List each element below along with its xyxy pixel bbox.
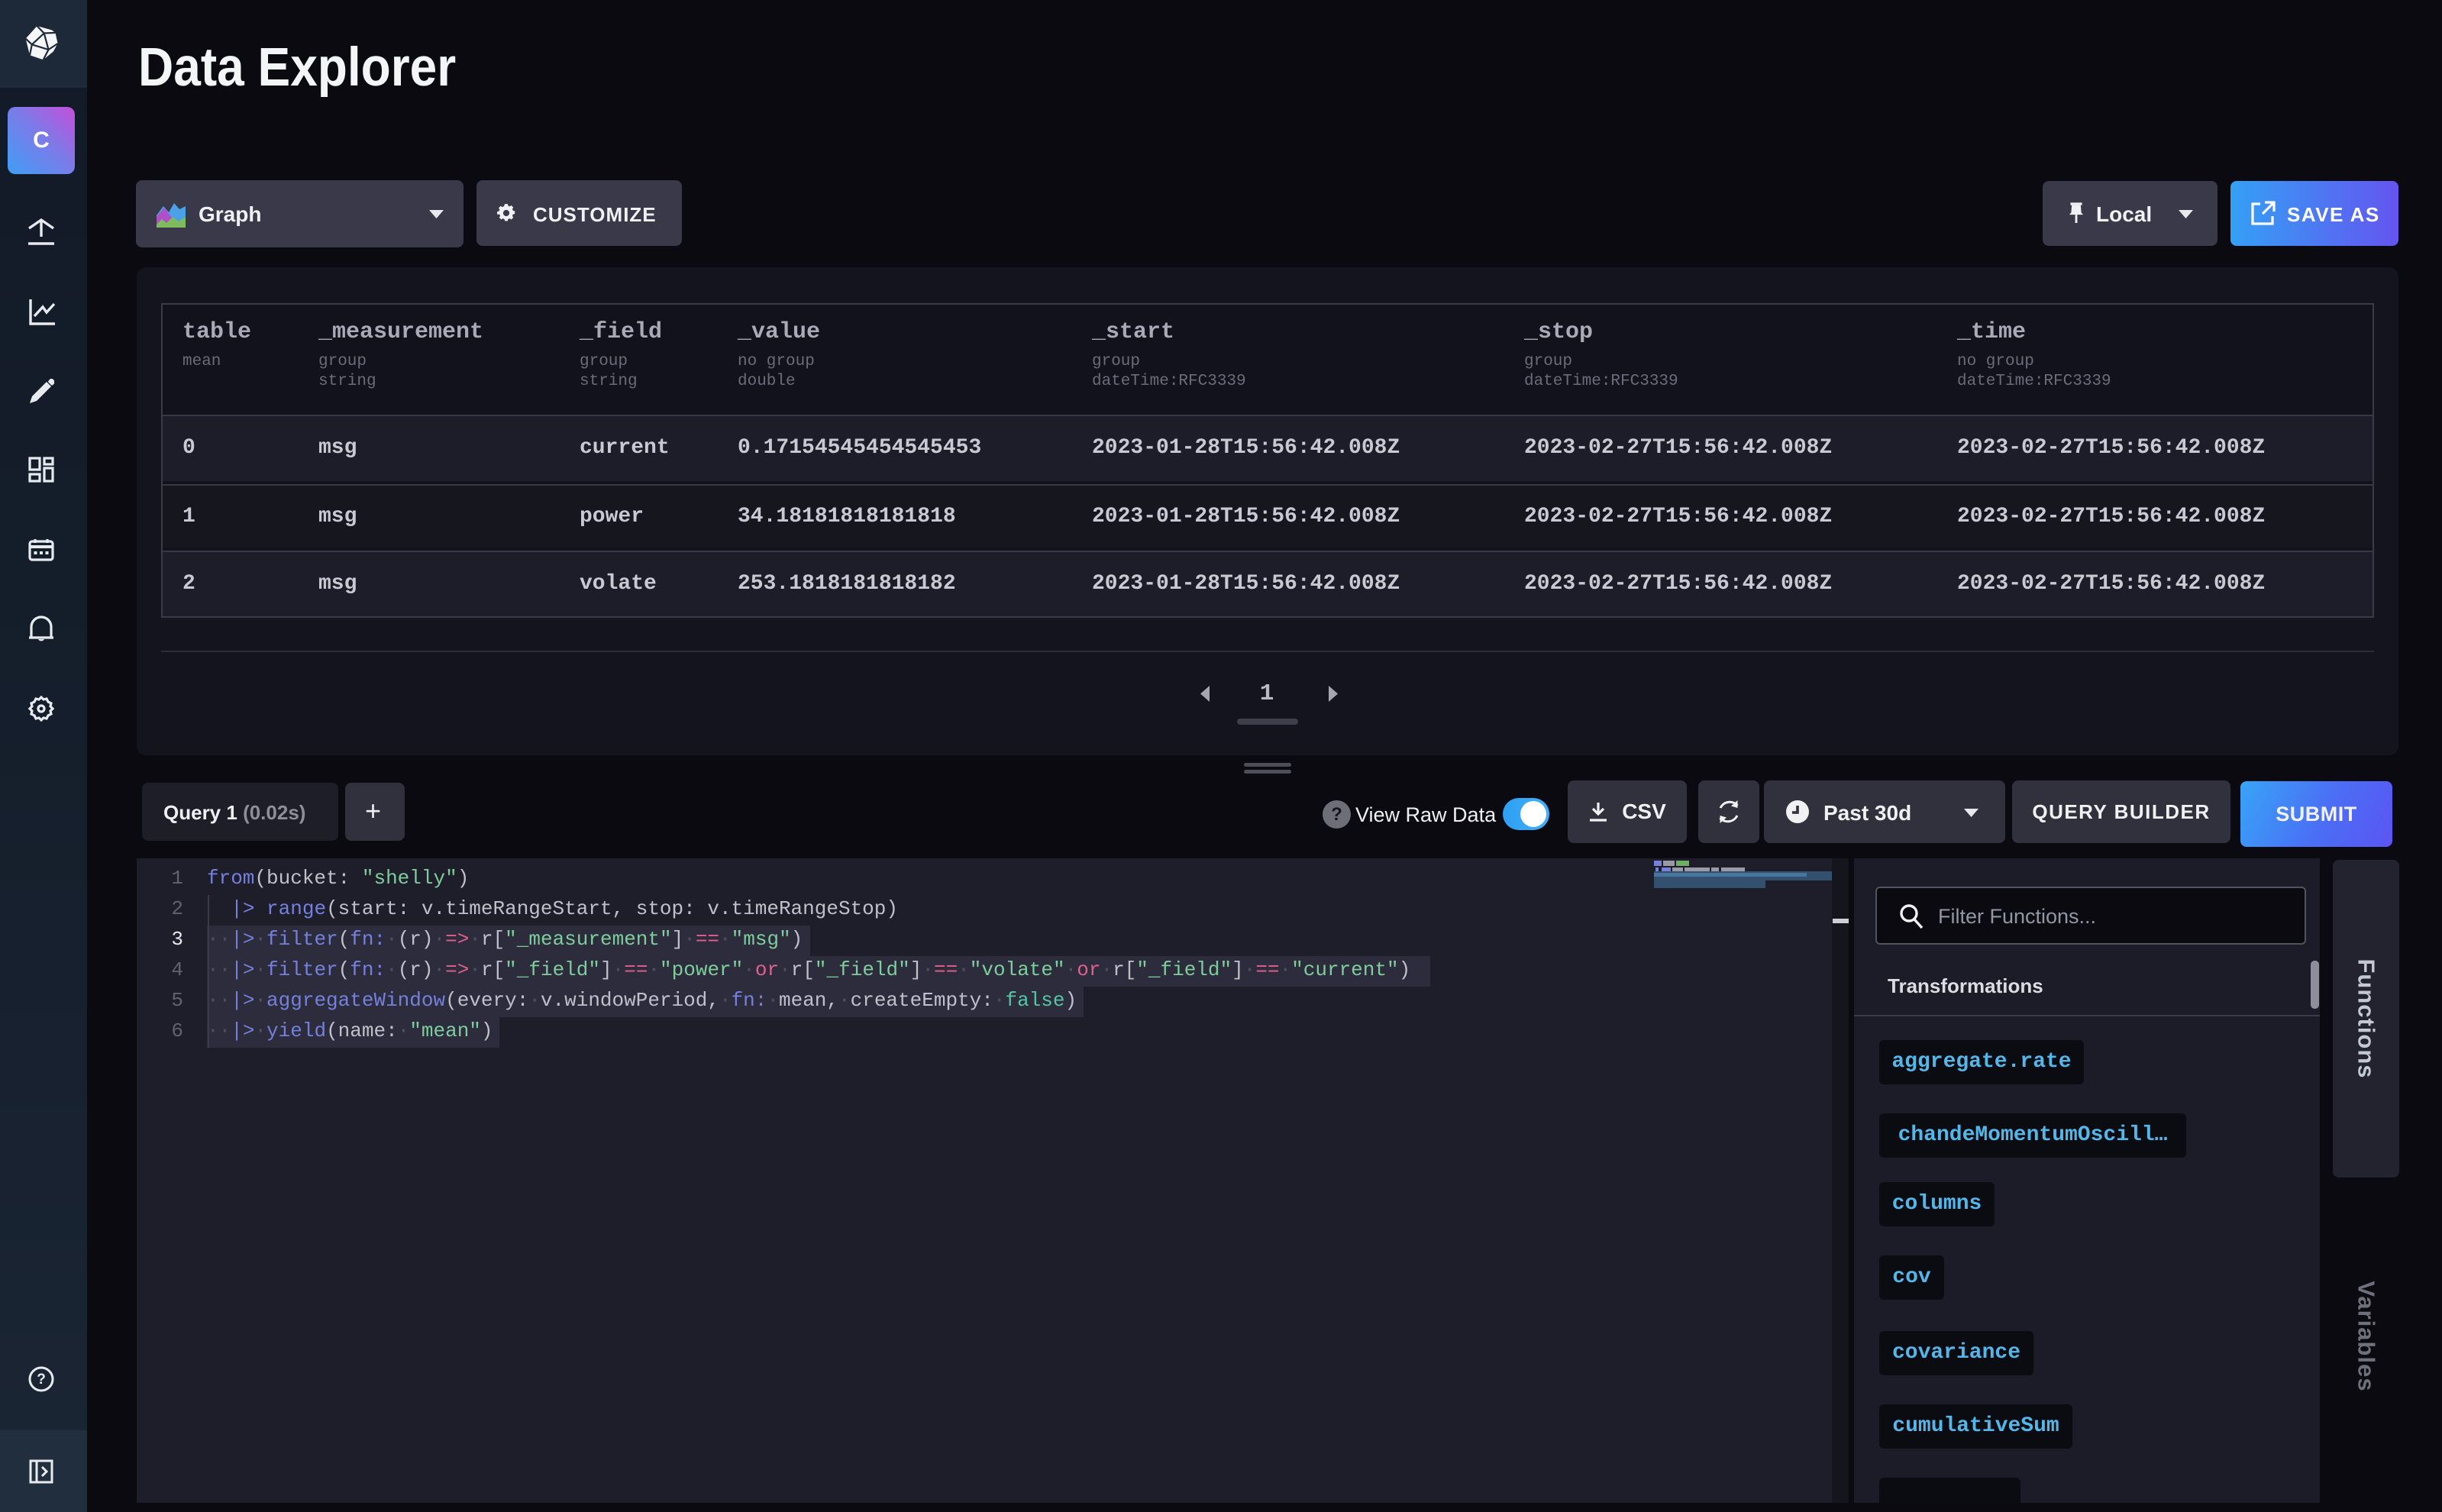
svg-text:?: ? bbox=[37, 1371, 46, 1388]
